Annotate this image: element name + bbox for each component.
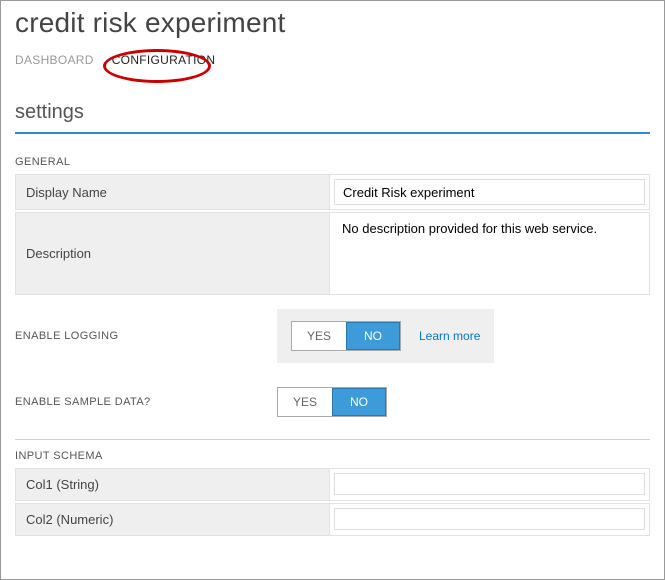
enable-sample-data-toggle[interactable]: YES NO xyxy=(277,387,387,417)
page-title: credit risk experiment xyxy=(1,1,664,39)
enable-logging-yes[interactable]: YES xyxy=(292,322,346,350)
schema-row-0-input[interactable] xyxy=(334,473,645,495)
enable-logging-row: ENABLE LOGGING YES NO Learn more xyxy=(15,309,650,363)
schema-row-0: Col1 (String) xyxy=(15,468,650,501)
tab-configuration[interactable]: CONFIGURATION xyxy=(112,53,216,67)
enable-sample-data-row: ENABLE SAMPLE DATA? YES NO xyxy=(15,387,650,417)
tab-dashboard[interactable]: DASHBOARD xyxy=(15,53,94,67)
general-label: GENERAL xyxy=(1,134,664,174)
display-name-row: Display Name xyxy=(15,174,650,210)
schema-row-0-label: Col1 (String) xyxy=(15,468,330,501)
input-schema-label: INPUT SCHEMA xyxy=(1,440,664,468)
schema-row-1-input[interactable] xyxy=(334,508,645,530)
schema-row-1: Col2 (Numeric) xyxy=(15,503,650,536)
description-input[interactable] xyxy=(334,217,645,285)
enable-sample-data-label: ENABLE SAMPLE DATA? xyxy=(15,396,277,408)
learn-more-link[interactable]: Learn more xyxy=(419,329,480,343)
enable-sample-data-no[interactable]: NO xyxy=(332,388,386,416)
schema-row-1-label: Col2 (Numeric) xyxy=(15,503,330,536)
tab-row: DASHBOARD CONFIGURATION xyxy=(1,39,664,67)
display-name-input[interactable] xyxy=(334,179,645,205)
description-row: Description xyxy=(15,212,650,295)
enable-logging-toggle[interactable]: YES NO xyxy=(291,321,401,351)
enable-logging-label: ENABLE LOGGING xyxy=(15,330,277,342)
description-label: Description xyxy=(15,212,330,295)
enable-sample-data-yes[interactable]: YES xyxy=(278,388,332,416)
display-name-label: Display Name xyxy=(15,174,330,210)
settings-heading: settings xyxy=(1,67,664,128)
enable-logging-no[interactable]: NO xyxy=(346,322,400,350)
